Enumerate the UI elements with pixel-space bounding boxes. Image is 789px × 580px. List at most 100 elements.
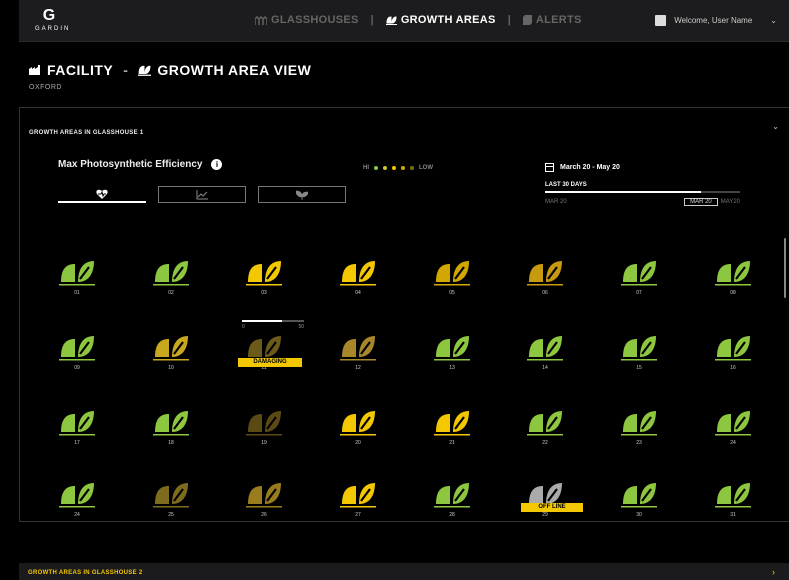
glasshouse-2-panel[interactable]: GROWTH AREAS IN GLASSHOUSE 2 › [19, 563, 789, 580]
scrollbar[interactable] [784, 238, 786, 298]
user-profile-icon [655, 15, 667, 26]
legend-dot [392, 166, 396, 170]
calendar-icon [545, 163, 554, 172]
growth-area-tile[interactable]: 08 [713, 258, 753, 296]
heart-pulse-icon [96, 189, 108, 199]
growth-area-number: 26 [261, 512, 267, 518]
period-label: LAST 30 DAYS [545, 182, 587, 188]
growth-area-tile[interactable]: 09 [57, 333, 97, 371]
plant-icon [340, 261, 376, 286]
growth-area-tile[interactable]: 05 [432, 258, 472, 296]
growth-area-number: 06 [542, 290, 548, 296]
panel-heading: GROWTH AREAS IN GLASSHOUSE 2 [28, 570, 143, 576]
offline-badge: OFF LINE [521, 503, 583, 512]
growth-area-tile[interactable]: 17 [57, 408, 97, 446]
facility-icon [29, 65, 40, 75]
nav-alerts-label: ALERTS [535, 14, 582, 26]
growth-area-tile[interactable]: 07 [619, 258, 659, 296]
growth-area-tile[interactable]: 10 [151, 333, 191, 371]
line-chart-icon [196, 189, 208, 199]
growth-area-number: 24 [730, 440, 736, 446]
view-toggle-group [58, 186, 346, 203]
metric-label: Max Photosynthetic Efficiency [58, 159, 203, 170]
plant-icon [246, 411, 282, 436]
growth-area-tile[interactable]: 01 [57, 258, 97, 296]
plant-icon [246, 483, 282, 508]
metric-selector: Max Photosynthetic Efficiency i [58, 159, 223, 170]
growth-area-tile[interactable]: 15 [619, 333, 659, 371]
plant-icon [340, 483, 376, 508]
growth-area-tile[interactable]: 06 [525, 258, 565, 296]
plant-icon [715, 411, 751, 436]
plant-icon [153, 411, 189, 436]
legend-dot [410, 166, 414, 170]
plant-icon [715, 261, 751, 286]
growth-area-tile[interactable]: 02 [151, 258, 191, 296]
growth-area-tile[interactable]: 28 [432, 480, 472, 518]
tick-selected[interactable]: MAR 20 [684, 198, 718, 206]
growth-area-tile[interactable]: 30 [619, 480, 659, 518]
plant-icon [621, 261, 657, 286]
growth-area-tile[interactable]: 27 [338, 480, 378, 518]
main-nav: GLASSHOUSES | GROWTH AREAS | ALERTS [255, 14, 582, 26]
growth-area-tile[interactable]: 21 [432, 408, 472, 446]
growth-area-tile[interactable]: 03 [244, 258, 284, 296]
nav-alerts[interactable]: ALERTS [522, 14, 582, 26]
date-slider[interactable] [545, 191, 740, 193]
view-growth-button[interactable] [258, 186, 346, 203]
legend-dot [374, 166, 378, 170]
growth-area-tile[interactable]: 25 [151, 480, 191, 518]
growth-area-tile[interactable]: 14 [525, 333, 565, 371]
user-menu[interactable]: Welcome, User Name ⌄ [655, 15, 777, 26]
title-facility: FACILITY [47, 62, 114, 78]
plant-icon [434, 411, 470, 436]
chevron-down-icon[interactable]: ⌄ [772, 122, 779, 131]
chevron-right-icon[interactable]: › [772, 567, 775, 577]
growth-area-tile[interactable]: 22 [525, 408, 565, 446]
plant-icon [59, 483, 95, 508]
nav-growth-areas[interactable]: GROWTH AREAS [385, 14, 496, 26]
growth-area-tile[interactable]: 12 [338, 333, 378, 371]
date-range-picker[interactable]: March 20 - May 20 [545, 163, 740, 172]
plant-icon [59, 336, 95, 361]
date-slider-fill [545, 191, 701, 193]
growth-area-tile[interactable]: 26 [244, 480, 284, 518]
gardin-logo[interactable]: G GARDIN [35, 8, 71, 33]
growth-area-tile[interactable]: 16 [713, 333, 753, 371]
damage-scale-min: 0 [242, 324, 245, 330]
title-separator: - [123, 62, 129, 78]
nav-glasshouses[interactable]: GLASSHOUSES [255, 14, 359, 26]
growth-area-tile[interactable]: 13 [432, 333, 472, 371]
view-health-button[interactable] [58, 186, 146, 203]
legend-hi-label: HI [363, 165, 369, 171]
growth-area-number: 05 [449, 290, 455, 296]
panel-heading: GROWTH AREAS IN GLASSHOUSE 1 [29, 130, 144, 136]
growth-area-tile[interactable]: 29 OFF LINE [521, 480, 583, 518]
chevron-down-icon[interactable]: ⌄ [770, 16, 777, 25]
growth-area-number: 22 [542, 440, 548, 446]
growth-area-tile[interactable]: 19 [244, 408, 284, 446]
growth-area-number: 30 [636, 512, 642, 518]
growth-area-tile[interactable]: 31 [713, 480, 753, 518]
growth-area-number: 21 [449, 440, 455, 446]
plant-icon [527, 411, 563, 436]
growth-area-number: 28 [449, 512, 455, 518]
growth-area-tile[interactable]: 04 [338, 258, 378, 296]
view-trend-button[interactable] [158, 186, 246, 203]
growth-area-tile[interactable]: 24 [57, 480, 97, 518]
growth-area-tile[interactable]: 20 [338, 408, 378, 446]
logo-wordmark: GARDIN [35, 26, 71, 32]
plant-icon [434, 483, 470, 508]
growth-area-number: 31 [730, 512, 736, 518]
growth-area-tile[interactable]: 24 [713, 408, 753, 446]
legend-dot [401, 166, 405, 170]
plant-growth-icon [296, 190, 308, 200]
plant-icon [621, 336, 657, 361]
alert-icon [522, 15, 532, 25]
damage-scale-max: 50 [298, 324, 304, 330]
growth-area-number: 01 [74, 290, 80, 296]
info-icon[interactable]: i [211, 159, 223, 170]
growth-area-tile[interactable]: 18 [151, 408, 191, 446]
growth-area-tile[interactable]: 23 [619, 408, 659, 446]
growth-area-tile[interactable]: 11 0 50 DAMAGING [238, 320, 304, 371]
